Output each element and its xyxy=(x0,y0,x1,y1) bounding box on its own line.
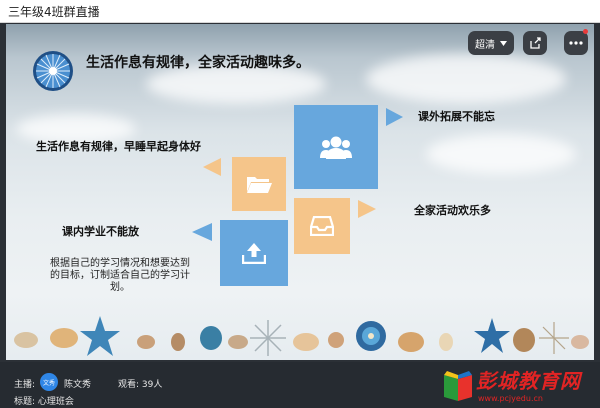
book-logo-icon xyxy=(444,371,472,401)
notification-dot xyxy=(583,29,588,34)
site-logo: 彭城教育网 www.pcjyedu.cn xyxy=(438,365,598,405)
item-label-schoolwork: 课内学业不能放 xyxy=(62,225,139,238)
folder-icon xyxy=(247,177,272,193)
tile-upload xyxy=(220,220,288,286)
item-description: 根据自己的学习情况和想要达到的目标，订制适合自己的学习计划。 xyxy=(50,258,190,293)
item-label-extracurricular: 课外拓展不能忘 xyxy=(418,110,495,123)
tile-inbox xyxy=(294,198,350,254)
inbox-icon xyxy=(310,216,334,236)
logo-url: www.pcjyedu.cn xyxy=(478,394,543,403)
sea-urchin-emblem-icon xyxy=(33,51,73,91)
caret-down-icon xyxy=(500,40,507,46)
viewer-count: 观看: 39人 xyxy=(118,380,163,390)
tile-folder xyxy=(232,157,286,211)
slide-stage: 生活作息有规律，全家活动趣味多。 超清 课外拓展不能忘 生活作息有规律，早睡早起… xyxy=(6,24,594,360)
window-titlebar: 三年级4班群直播 xyxy=(0,0,600,23)
quality-label: 超清 xyxy=(475,39,495,51)
slide-headline: 生活作息有规律，全家活动趣味多。 xyxy=(86,55,310,71)
host-name: 陈文秀 xyxy=(64,380,92,390)
host-avatar[interactable]: 文秀 xyxy=(40,373,58,391)
tile-users xyxy=(294,105,378,189)
share-button[interactable] xyxy=(523,31,547,55)
host-label: 主播: xyxy=(14,380,36,390)
more-dots-icon xyxy=(569,41,583,45)
users-icon xyxy=(320,136,352,159)
upload-icon xyxy=(242,243,266,264)
logo-text: 彭城教育网 xyxy=(476,369,581,393)
window-title: 三年级4班群直播 xyxy=(8,5,100,19)
item-label-routine: 生活作息有规律，早睡早起身体好 xyxy=(36,140,201,153)
stream-topic: 标题: 心理班会 xyxy=(14,397,74,407)
quality-selector[interactable]: 超清 xyxy=(468,31,514,55)
item-label-family: 全家活动欢乐多 xyxy=(414,204,491,217)
seashell-decoration xyxy=(14,316,589,356)
share-icon xyxy=(530,37,541,49)
more-options-button[interactable] xyxy=(564,31,588,55)
stream-info-bar: 主播: 文秀 陈文秀 观看: 39人 标题: 心理班会 彭城教育网 www.pc… xyxy=(0,362,600,408)
